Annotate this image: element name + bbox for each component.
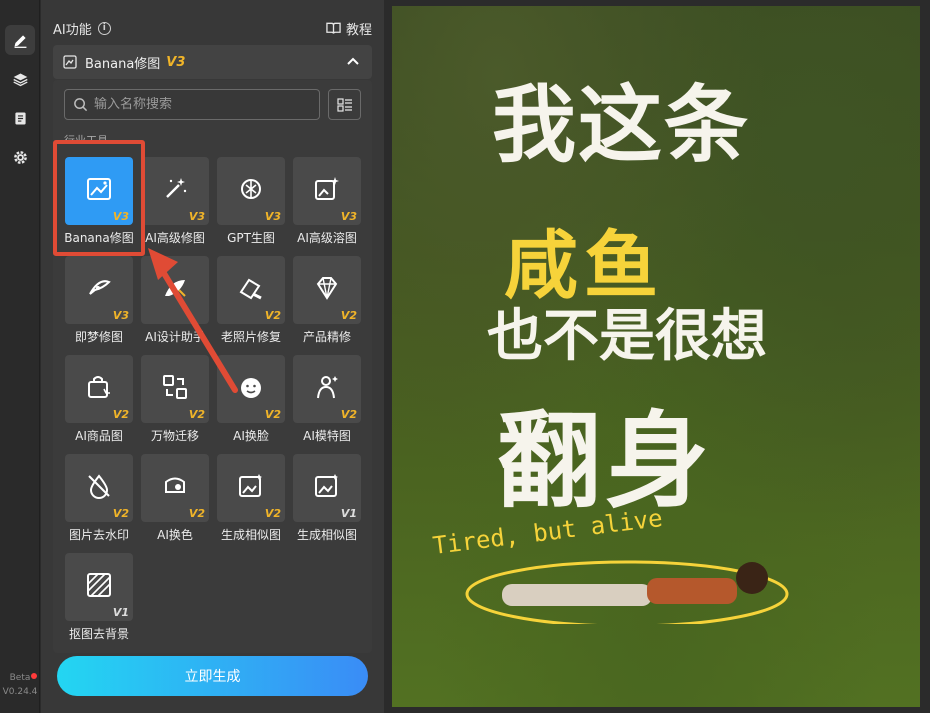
jimeng-icon: [89, 280, 111, 295]
shopping-bag-icon: [88, 376, 110, 398]
tool-tile[interactable]: V2: [217, 454, 285, 522]
beta-dot: [31, 673, 37, 679]
diamond-icon: [316, 277, 338, 300]
similar-image-icon: [239, 474, 262, 497]
lying-person-illustration: [465, 560, 789, 624]
similar-image-icon: [315, 474, 338, 497]
tool-version-badge: V3: [112, 309, 129, 322]
tool-tile[interactable]: V2: [293, 355, 361, 423]
banana-accordion[interactable]: Banana修图 V3: [53, 45, 372, 79]
recolor-icon: [165, 477, 185, 493]
book-icon: [326, 22, 341, 34]
accordion-title: Banana修图: [85, 56, 161, 72]
search-icon: [74, 98, 88, 112]
cutout-icon: [87, 573, 111, 597]
panel-title: AI功能: [53, 22, 92, 38]
annotation-arrow: [148, 248, 238, 393]
left-rail: Beta V0.24.4: [0, 0, 40, 713]
list-view-icon: [336, 97, 352, 112]
tool-version-badge: V1: [340, 507, 357, 520]
generate-button[interactable]: 立即生成: [57, 656, 368, 696]
model-icon: [317, 376, 338, 399]
search-box: [64, 89, 320, 120]
poster-line-3: 也不是很想: [487, 303, 767, 369]
view-toggle-button[interactable]: [328, 89, 361, 120]
layers-icon[interactable]: [5, 64, 35, 94]
tool-version-badge: V2: [264, 309, 281, 322]
tool-version-badge: V2: [112, 408, 129, 421]
gpt-icon: [241, 179, 261, 199]
poster-preview: 我这条 咸鱼 也不是很想 翻身 Tired, but alive: [392, 6, 920, 707]
poster-line-1: 我这条: [492, 75, 751, 174]
tool-tile[interactable]: V2: [65, 454, 133, 522]
version-label: V0.24.4: [2, 687, 38, 697]
tool-tile[interactable]: V1: [65, 553, 133, 621]
info-icon[interactable]: i: [97, 21, 111, 35]
tool-tile[interactable]: V3: [141, 157, 209, 225]
image-edit-icon: [63, 55, 77, 69]
poster-line-4: 翻身: [497, 399, 714, 522]
tool-version-badge: V2: [340, 408, 357, 421]
tool-tile[interactable]: V3: [65, 256, 133, 324]
tool-version-badge: V3: [264, 210, 281, 223]
tutorial-label: 教程: [345, 22, 372, 38]
tool-version-badge: V3: [188, 210, 205, 223]
accordion-version: V3: [166, 54, 186, 70]
edit-icon[interactable]: [5, 25, 35, 55]
tool-version-badge: V2: [264, 507, 281, 520]
magic-wand-icon: [166, 178, 187, 198]
tool-version-badge: V3: [340, 210, 357, 223]
tool-tile[interactable]: V3: [293, 157, 361, 225]
tool-tile[interactable]: V2: [141, 454, 209, 522]
tool-version-badge: V2: [188, 507, 205, 520]
tool-version-badge: V2: [264, 408, 281, 421]
tool-tile[interactable]: V3: [217, 157, 285, 225]
chevron-up-icon[interactable]: [346, 54, 360, 68]
remove-watermark-icon: [88, 474, 110, 499]
selection-highlight-box: [53, 140, 145, 256]
tool-version-badge: V1: [112, 606, 129, 619]
tool-tile[interactable]: V2: [65, 355, 133, 423]
search-input[interactable]: [94, 97, 314, 112]
tool-tile[interactable]: V1: [293, 454, 361, 522]
settings-icon[interactable]: [5, 142, 35, 172]
app-window: Beta V0.24.4 AI功能 i 教程 Banana修图 V3 输入名称搜…: [0, 0, 930, 713]
document-icon[interactable]: [5, 103, 35, 133]
tool-label: 产品精修: [302, 330, 351, 344]
tool-label: AI模特图: [303, 429, 351, 443]
tool-label: 抠图去背景: [68, 627, 129, 641]
tool-label: AI高级溶图: [297, 231, 357, 245]
tutorial-link[interactable]: 教程: [326, 19, 372, 38]
tool-label: 生成相似图: [296, 528, 357, 542]
panel-header: AI功能 i 教程: [53, 18, 372, 38]
tool-version-badge: V2: [340, 309, 357, 322]
tool-version-badge: V2: [112, 507, 129, 520]
tool-tile[interactable]: V2: [293, 256, 361, 324]
image-sparkle-icon: [315, 177, 339, 200]
